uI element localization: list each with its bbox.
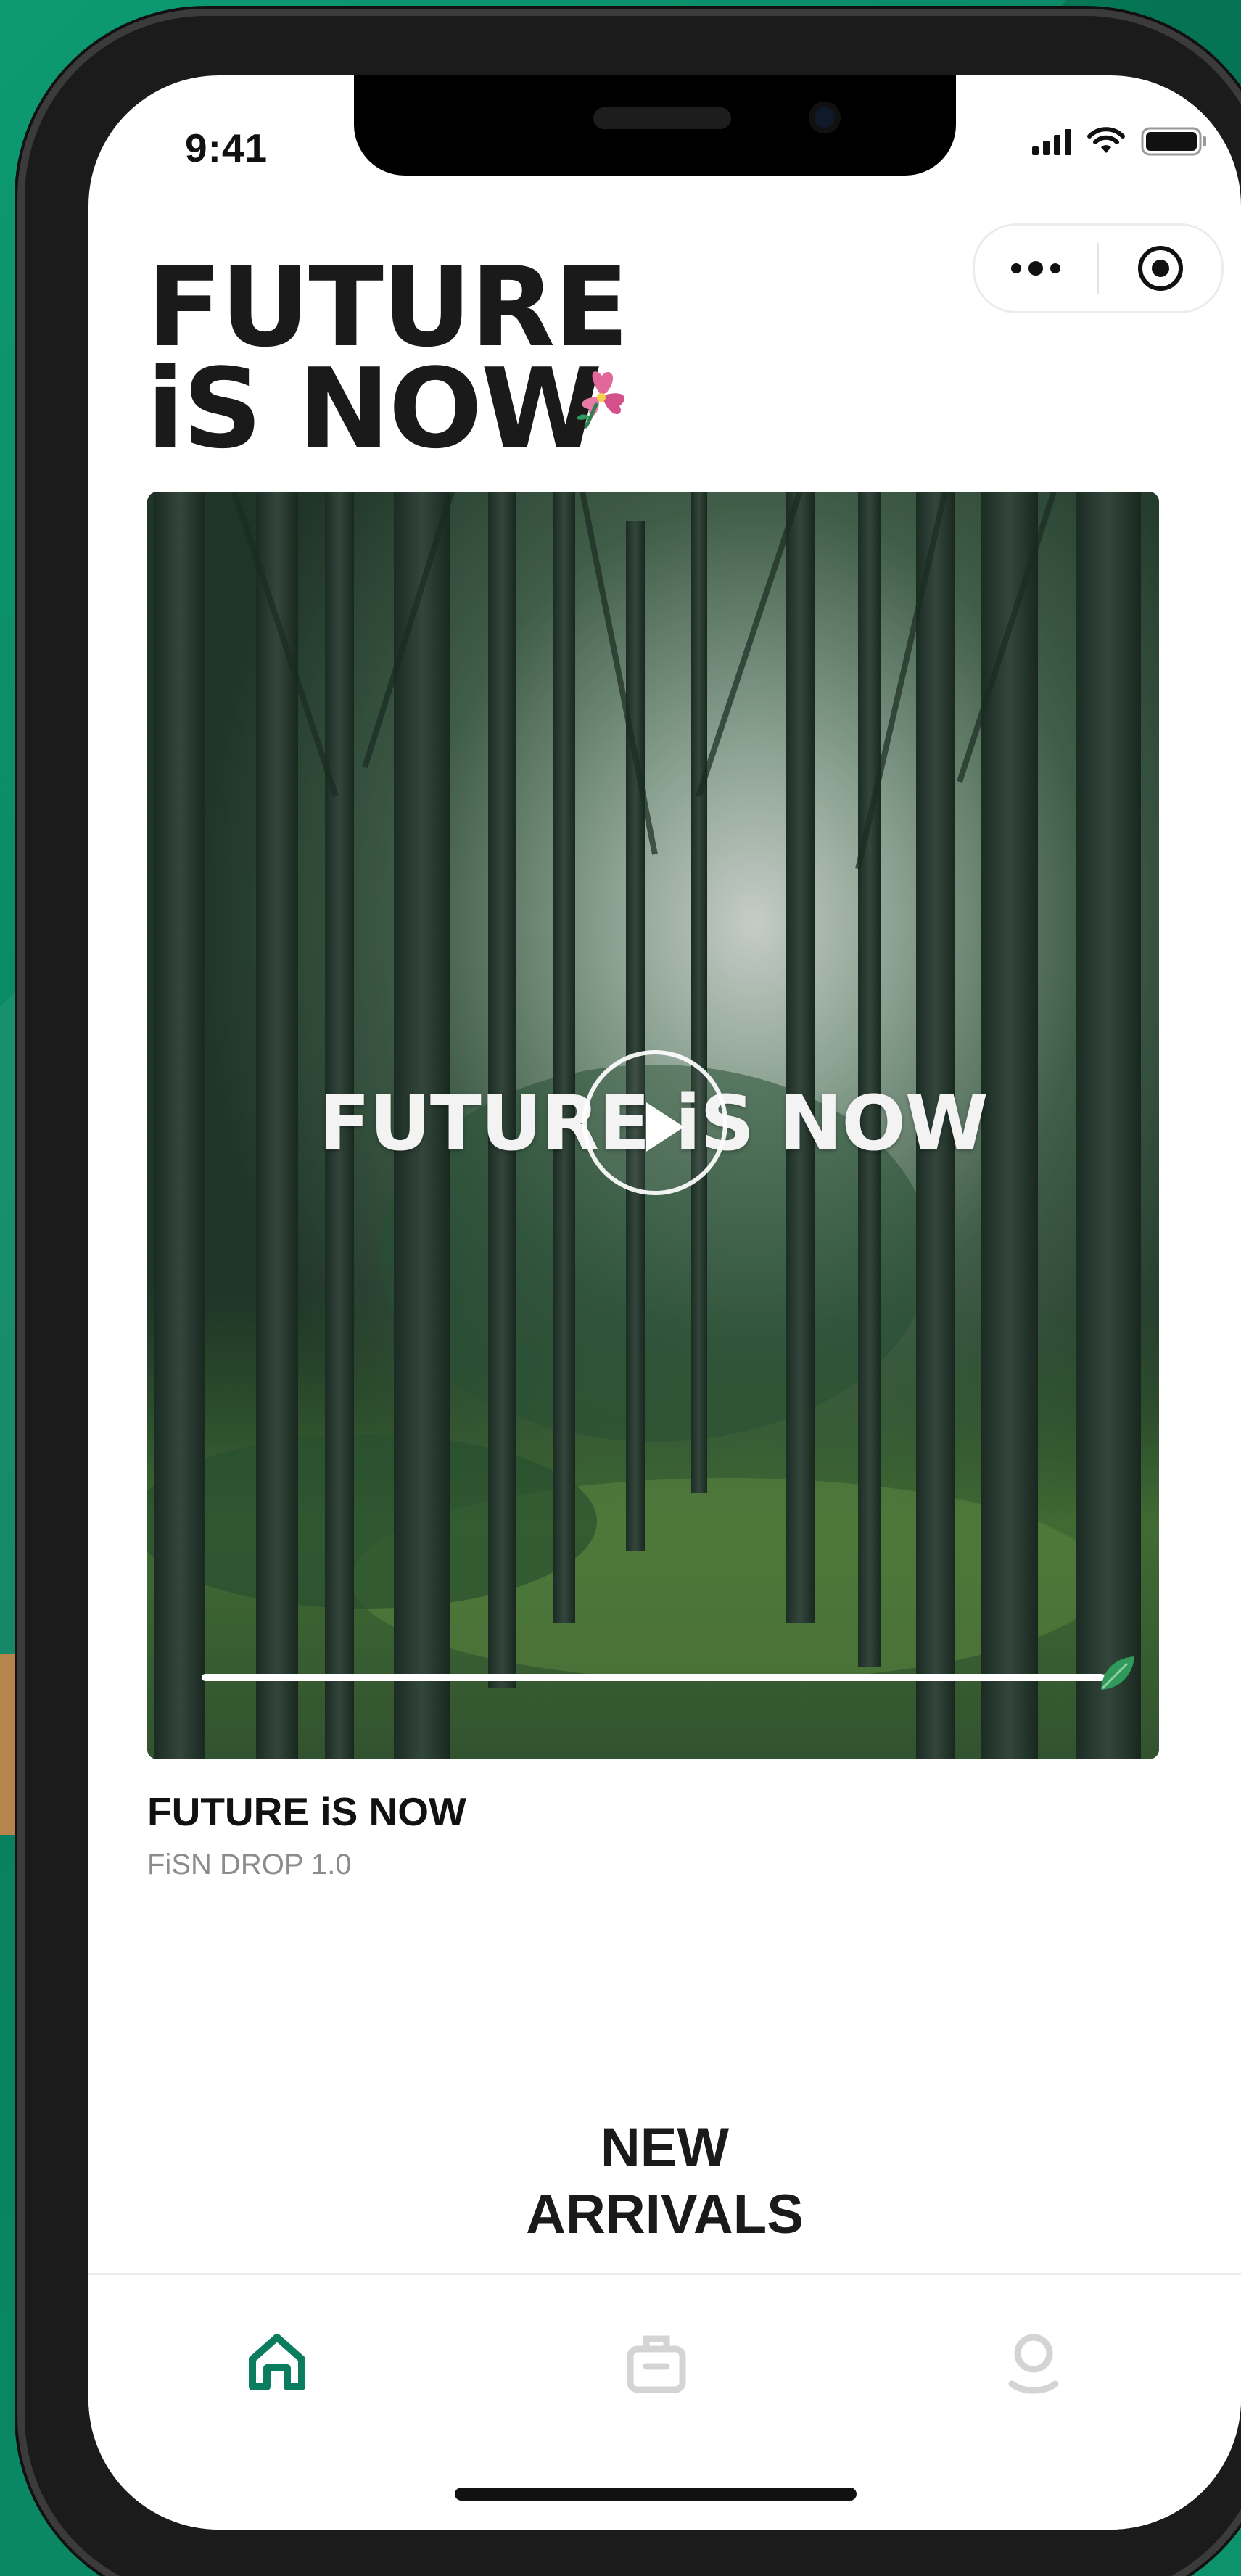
status-icons <box>1032 126 1208 157</box>
hero-caption-title[interactable]: FUTURE iS NOW <box>147 1788 466 1835</box>
section-title: NEW ARRIVALS <box>88 2115 1241 2248</box>
home-indicator <box>455 2488 857 2501</box>
battery-icon <box>1141 127 1206 156</box>
background: 9:41 FUTURE iS NOW FUTURE iS NOW FUTURE … <box>0 0 1241 2576</box>
leaf-icon <box>1101 1656 1134 1690</box>
tab-shop[interactable] <box>613 2319 700 2406</box>
video-progress-fill <box>202 1674 1105 1681</box>
tab-profile[interactable] <box>990 2319 1077 2406</box>
signal-icon <box>1032 128 1071 155</box>
logo-line-2: iS NOW <box>147 344 603 473</box>
logo-line-1: FUTURE <box>147 243 629 371</box>
wifi-icon <box>1087 127 1125 153</box>
miniprogram-capsule <box>973 223 1224 313</box>
home-icon <box>249 2334 305 2390</box>
flower-icon <box>577 371 625 429</box>
video-progress-bar[interactable] <box>202 1674 1123 1681</box>
play-icon[interactable] <box>582 1050 727 1195</box>
hero-caption-subtitle: FiSN DROP 1.0 <box>147 1849 352 1881</box>
hero-video[interactable]: FUTURE iS NOW <box>147 492 1159 1759</box>
app-screen: 9:41 FUTURE iS NOW FUTURE iS NOW FUTURE … <box>88 75 1241 2530</box>
brand-logo: FUTURE iS NOW <box>147 243 629 473</box>
more-dots-icon[interactable] <box>975 226 1097 311</box>
section-title-line-1: NEW <box>600 2117 730 2179</box>
bag-icon <box>627 2335 686 2393</box>
tab-home[interactable] <box>234 2319 321 2406</box>
section-title-line-2: ARRIVALS <box>526 2184 804 2245</box>
target-icon[interactable] <box>1099 226 1221 311</box>
notch <box>354 75 956 176</box>
speaker <box>593 107 731 129</box>
status-time: 9:41 <box>185 125 268 170</box>
profile-icon <box>1008 2334 1059 2394</box>
front-camera <box>809 102 841 133</box>
